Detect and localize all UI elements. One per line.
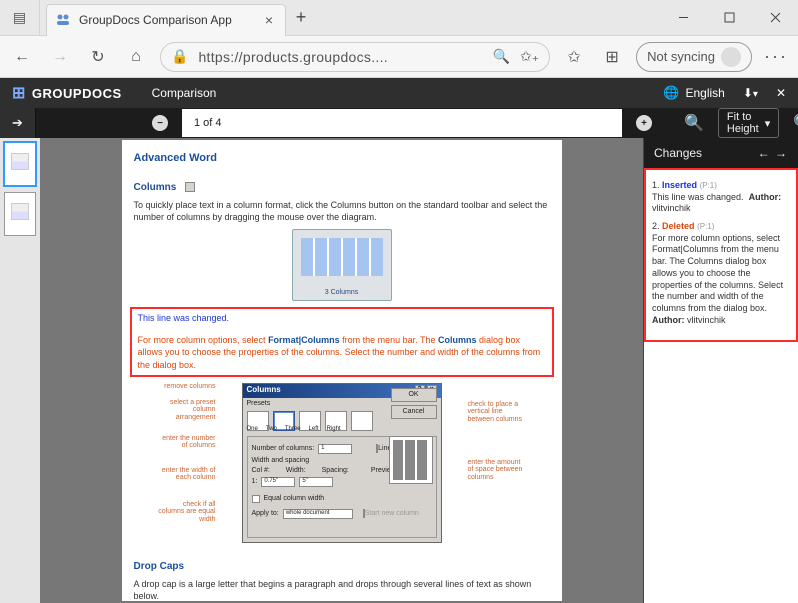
change-item-1[interactable]: 1. Inserted (P:1) This line was changed.…: [652, 180, 790, 215]
window-close-icon[interactable]: [752, 0, 798, 36]
tab-title: GroupDocs Comparison App: [79, 13, 261, 27]
columns-diagram: 3 Columns: [292, 229, 392, 301]
viewer-toolbar: ➔ − 1 of 4 + 🔍 Fit to Height ▾ 🔍: [0, 108, 798, 138]
zoom-in-icon[interactable]: 🔍: [793, 113, 798, 133]
back-icon[interactable]: ←: [4, 39, 40, 75]
workspace: Advanced Word Columns To quickly place t…: [0, 138, 798, 603]
url-text: https://products.groupdocs....: [198, 49, 482, 65]
zoom-out-icon[interactable]: 🔍: [684, 113, 704, 133]
tab-actions-icon[interactable]: ▤: [0, 0, 40, 36]
changes-title: Changes: [654, 146, 702, 160]
page-indicator: 1 of 4: [182, 109, 622, 137]
inserted-line: This line was changed.: [138, 313, 546, 323]
minimize-icon[interactable]: [660, 0, 706, 36]
deleted-line: For more column options, select Format|C…: [138, 334, 546, 370]
brand-text: GROUPDOCS: [32, 86, 122, 101]
avatar-icon: [721, 47, 741, 67]
dialog-preview: [389, 436, 433, 484]
ann-width: enter the width of each column: [158, 467, 216, 482]
address-bar: ← → ↻ ⌂ 🔒 https://products.groupdocs....…: [0, 36, 798, 78]
prev-page-button[interactable]: −: [152, 115, 168, 131]
dialog-ok-button: OK: [391, 388, 437, 402]
sync-button[interactable]: Not syncing: [636, 42, 752, 72]
zoom-select[interactable]: Fit to Height ▾: [718, 108, 779, 138]
changes-nav-arrows[interactable]: ← →: [758, 146, 788, 160]
browser-tab[interactable]: GroupDocs Comparison App ×: [46, 4, 286, 36]
app-close-icon[interactable]: ✕: [776, 86, 786, 100]
columns-dialog: Columns ?× Presets OneTwoThreeLeftRight: [242, 383, 442, 543]
globe-icon: 🌐: [663, 85, 679, 101]
zoom-icon[interactable]: 🔍: [493, 48, 510, 65]
ann-number: enter the number of columns: [158, 435, 216, 450]
url-box[interactable]: 🔒 https://products.groupdocs.... 🔍 ✩₊: [160, 42, 550, 72]
app-section: Comparison: [134, 86, 217, 100]
new-tab-button[interactable]: +: [286, 7, 316, 28]
language-selector[interactable]: 🌐 English: [663, 85, 725, 101]
logo-icon: ⊞: [12, 83, 26, 103]
favorites-icon[interactable]: ✩: [556, 39, 592, 75]
language-label: English: [685, 86, 724, 100]
zoom-label: Fit to Height: [727, 111, 759, 135]
thumbnail-1[interactable]: [4, 142, 36, 186]
brand-logo[interactable]: ⊞ GROUPDOCS: [0, 83, 134, 103]
download-icon[interactable]: ⬇︎▾: [743, 86, 758, 100]
document-page: Advanced Word Columns To quickly place t…: [122, 140, 562, 601]
add-favorite-icon[interactable]: ✩₊: [520, 48, 539, 65]
changes-list: 1. Inserted (P:1) This line was changed.…: [644, 168, 798, 342]
thumbnail-2[interactable]: [4, 192, 36, 236]
collections-icon[interactable]: ⊞: [594, 39, 630, 75]
thumbnails-toggle-icon[interactable]: ➔: [0, 108, 36, 138]
ann-equal: check if all columns are equal width: [158, 501, 216, 524]
dropcaps-body: A drop cap is a large letter that begins…: [134, 578, 550, 602]
change-item-2[interactable]: 2. Deleted (P:1) For more column options…: [652, 221, 790, 326]
diff-highlight-box: This line was changed. For more column o…: [130, 307, 554, 376]
refresh-icon[interactable]: ↻: [80, 39, 116, 75]
ann-space: enter the amount of space between column…: [468, 459, 526, 482]
chevron-down-icon: ▾: [765, 117, 771, 130]
browser-menu-icon[interactable]: ···: [758, 46, 794, 67]
diagram-caption: 3 Columns: [293, 289, 391, 296]
home-icon[interactable]: ⌂: [118, 39, 154, 75]
next-page-button[interactable]: +: [636, 115, 652, 131]
ann-select: select a preset column arrangement: [158, 399, 216, 422]
preset-right: [351, 411, 373, 431]
heading-advanced: Advanced Word: [134, 152, 550, 164]
dialog-title: Columns: [247, 385, 281, 397]
thumbnail-strip: [0, 138, 40, 603]
favicon-icon: [55, 12, 71, 28]
lock-icon: 🔒: [171, 48, 188, 65]
ann-remove: remove columns: [158, 383, 216, 391]
forward-icon: →: [42, 39, 78, 75]
dialog-cancel-button: Cancel: [391, 405, 437, 419]
document-area[interactable]: Advanced Word Columns To quickly place t…: [40, 138, 643, 603]
columns-body: To quickly place text in a column format…: [134, 199, 550, 223]
maximize-icon[interactable]: [706, 0, 752, 36]
sync-label: Not syncing: [647, 49, 715, 64]
heading-dropcaps: Drop Caps: [134, 561, 550, 572]
browser-titlebar: ▤ GroupDocs Comparison App × +: [0, 0, 798, 36]
tab-close-icon[interactable]: ×: [261, 12, 277, 28]
columns-icon: [185, 182, 195, 192]
heading-columns: Columns: [134, 182, 177, 193]
ann-vline: check to place a vertical line between c…: [468, 401, 526, 424]
app-bar: ⊞ GROUPDOCS Comparison 🌐 English ⬇︎▾ ✕: [0, 78, 798, 108]
changes-panel: Changes ← → 1. Inserted (P:1) This line …: [643, 138, 798, 603]
